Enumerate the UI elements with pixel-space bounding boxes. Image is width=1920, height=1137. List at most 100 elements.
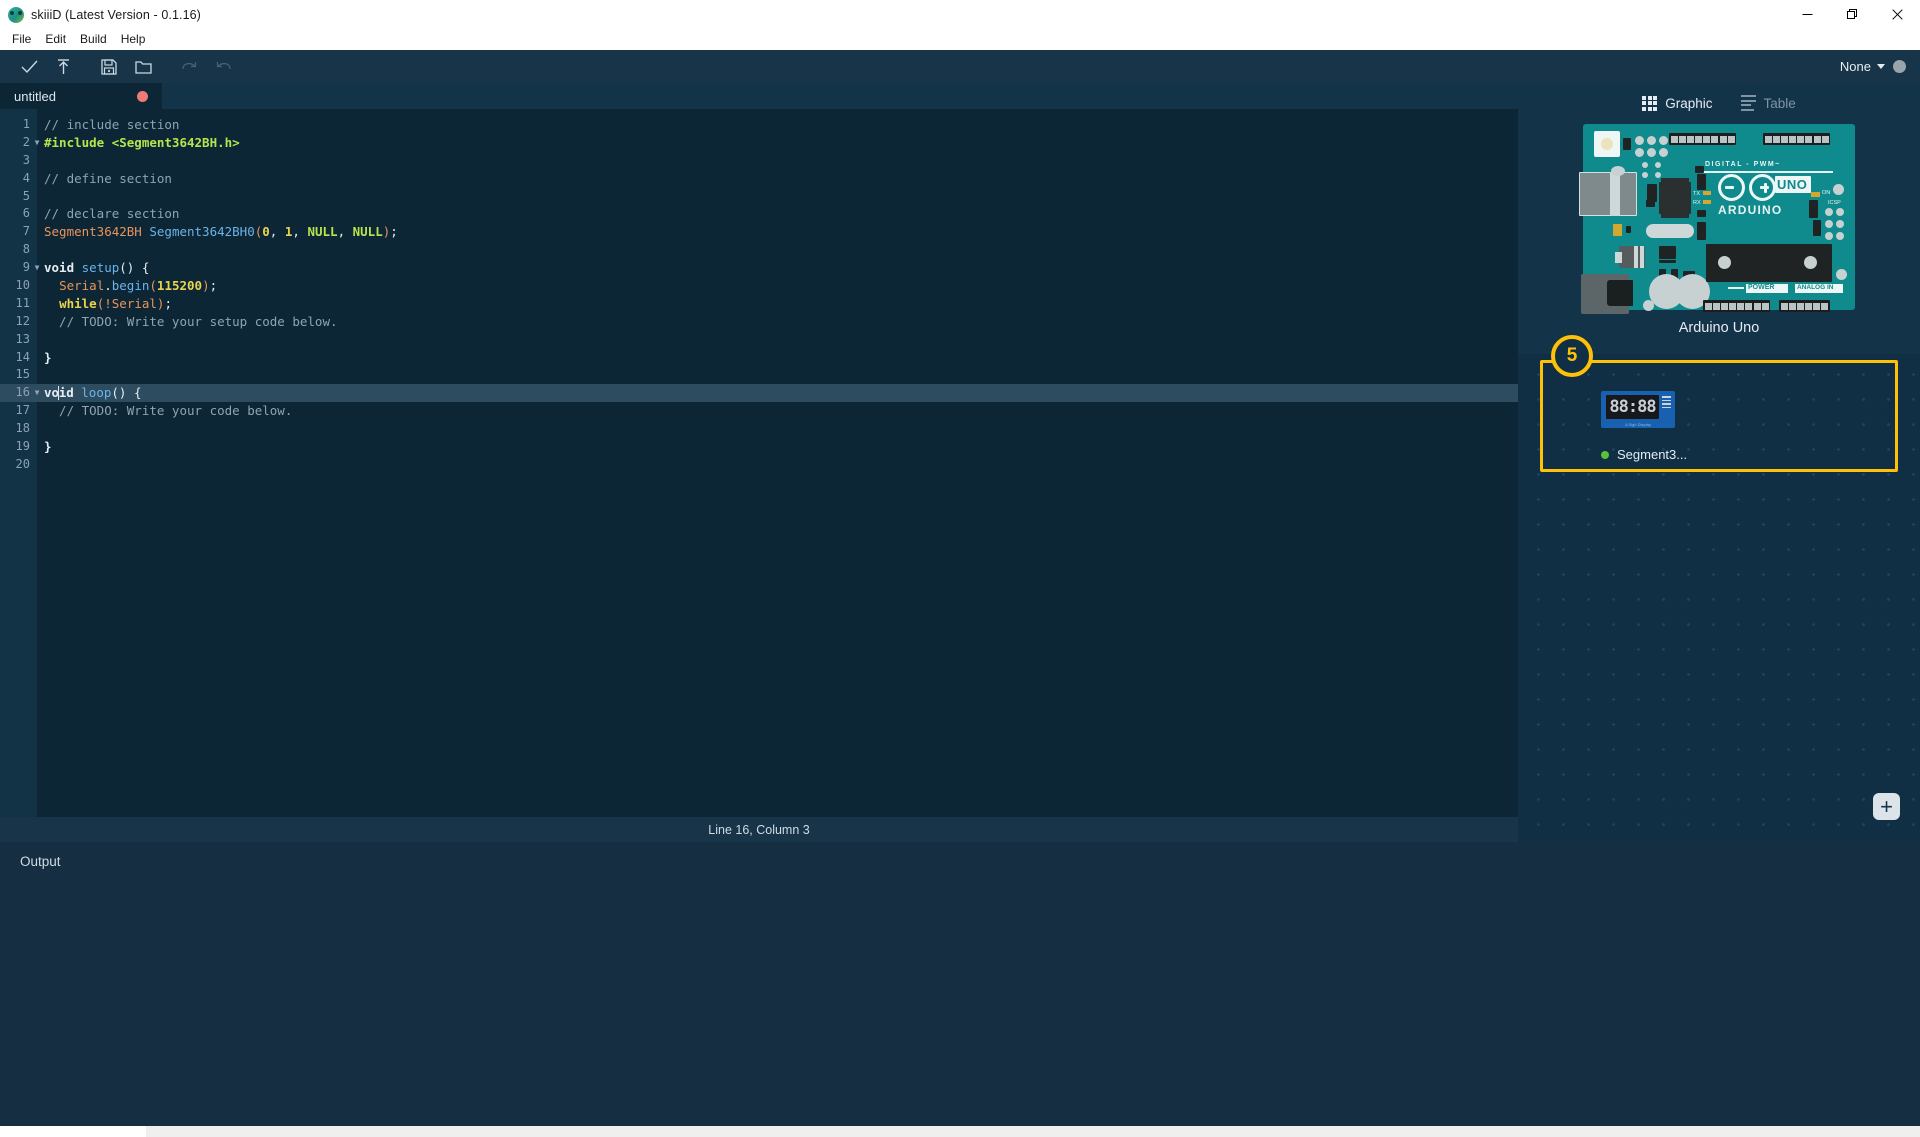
component-label-row: Segment3...	[1601, 447, 1687, 462]
redo-button[interactable]	[174, 54, 204, 80]
editor-status-bar: Line 16, Column 3	[0, 817, 1518, 842]
fold-toggle-icon[interactable]: ▼	[30, 134, 44, 152]
code-line[interactable]: 7 Segment3642BH Segment3642BH0(0, 1, NULL…	[0, 223, 1518, 241]
code-line[interactable]: 17 // TODO: Write your code below.	[0, 402, 1518, 420]
code-editor[interactable]: 1// include section 2 ▼ #include <Segment36…	[0, 109, 1518, 817]
output-panel-body[interactable]	[0, 880, 1920, 1126]
board-res-3	[1695, 166, 1704, 173]
silk-brand-label: ARDUINO	[1718, 203, 1783, 217]
code-line[interactable]: 13	[0, 331, 1518, 349]
code-token: ,	[337, 224, 353, 240]
editor-tab-untitled[interactable]: untitled	[0, 83, 163, 109]
tab-table[interactable]: Table	[1740, 95, 1796, 111]
code-line[interactable]: 4 // define section	[0, 170, 1518, 188]
arduino-uno-board-graphic[interactable]: DIGITAL - PWM~ TX RX ARDUINO UNO ON ICSP…	[1579, 124, 1855, 314]
crystal-oscillator	[1646, 224, 1694, 238]
code-line[interactable]: 10 Serial.begin(115200);	[0, 277, 1518, 295]
skiiid-logo-icon	[8, 6, 24, 23]
code-line[interactable]: 11 while(!Serial);	[0, 295, 1518, 313]
maximize-button[interactable]	[1830, 0, 1875, 29]
line-number: 13	[15, 331, 30, 346]
code-line[interactable]: 6 // declare section	[0, 205, 1518, 223]
upload-button[interactable]	[48, 54, 78, 80]
code-line[interactable]: 2 ▼ #include <Segment3642BH.h>	[0, 134, 1518, 152]
board-select[interactable]: None	[1840, 59, 1885, 74]
line-number: 16	[15, 385, 30, 400]
code-token: ,	[292, 224, 308, 240]
code-token: }	[44, 349, 52, 365]
code-line[interactable]: 14}	[0, 349, 1518, 367]
silk-rx-label: RX	[1693, 200, 1701, 206]
save-button[interactable]	[94, 54, 124, 80]
code-line[interactable]: 16 ▼ void loop() {	[0, 384, 1518, 403]
menu-file[interactable]: File	[5, 30, 38, 49]
code-line[interactable]: 1 // include section	[0, 116, 1518, 134]
reset-leg-2	[1640, 246, 1644, 268]
output-panel-header[interactable]: Output	[0, 842, 1920, 880]
line-number: 18	[15, 421, 30, 436]
board-pad-b	[1647, 136, 1656, 145]
line-number: 15	[15, 367, 30, 382]
code-token: // declare section	[44, 206, 180, 222]
code-line[interactable]: 15	[0, 366, 1518, 384]
bottom-strip-right	[146, 1126, 1920, 1137]
minimize-button[interactable]	[1785, 0, 1830, 29]
rx-led	[1703, 200, 1711, 204]
code-line[interactable]: 20	[0, 456, 1518, 474]
silk-power-label: POWER	[1748, 284, 1775, 291]
code-token: // TODO: Write your setup code below.	[44, 313, 338, 329]
code-line-text: #include <Segment3642BH.h>	[44, 134, 240, 152]
board-pad-c	[1659, 136, 1668, 145]
component-canvas[interactable]: 5 88:88 4-Digit Display Segment3... +	[1518, 335, 1920, 842]
verify-button[interactable]	[14, 54, 44, 80]
code-line[interactable]: 5	[0, 188, 1518, 206]
code-token: Serial	[111, 295, 157, 311]
fold-toggle-icon[interactable]: ▼	[30, 384, 44, 402]
silk-icsp-label: ICSP	[1828, 200, 1841, 206]
code-line[interactable]: 12 // TODO: Write your setup code below.	[0, 313, 1518, 331]
code-line-text: while(!Serial);	[44, 295, 172, 313]
code-token: // TODO: Write your code below.	[44, 403, 293, 419]
tab-graphic-label: Graphic	[1665, 95, 1713, 111]
menu-build[interactable]: Build	[73, 30, 114, 49]
undo-button[interactable]	[208, 54, 238, 80]
board-pad-d	[1635, 148, 1644, 157]
code-line-text: // TODO: Write your code below.	[44, 402, 292, 420]
silk-tx-label: TX	[1693, 191, 1701, 197]
power-jack-hole	[1607, 280, 1633, 306]
arduino-logo-icon	[1718, 174, 1776, 201]
code-line[interactable]: 3	[0, 152, 1518, 170]
segment-sub-label: 4-Digit Display	[1624, 423, 1652, 427]
board-pad-h	[1655, 162, 1661, 168]
fold-toggle-icon[interactable]: ▼	[30, 259, 44, 277]
line-number: 12	[15, 313, 30, 328]
code-line[interactable]: 9 ▼ void setup() {	[0, 259, 1518, 277]
close-button[interactable]	[1875, 0, 1920, 29]
line-number: 6	[22, 206, 30, 221]
code-token: Segment3642BH	[44, 224, 142, 240]
code-line[interactable]: 19}	[0, 438, 1518, 456]
power-led	[1811, 192, 1820, 197]
editor-tab-strip-empty	[163, 83, 1518, 109]
line-number: 17	[15, 403, 30, 418]
component-panel: Graphic Table DIGITAL - PWM~ TX RX ARDUI…	[1518, 83, 1920, 842]
code-token: .	[104, 278, 112, 294]
board-mount-hole-tr	[1833, 184, 1844, 195]
menu-help[interactable]: Help	[114, 30, 153, 49]
code-line[interactable]: 18	[0, 420, 1518, 438]
component-card-segment[interactable]: 88:88 4-Digit Display Segment3...	[1601, 391, 1687, 462]
open-folder-button[interactable]	[128, 54, 158, 80]
board-mount-hole-br	[1836, 269, 1847, 280]
usb-connector-inner	[1610, 172, 1620, 216]
board-pad-g	[1642, 162, 1648, 168]
code-line[interactable]: 8	[0, 241, 1518, 259]
add-component-button[interactable]: +	[1873, 793, 1900, 820]
code-token: id	[58, 385, 74, 401]
editor-tab-strip: untitled	[0, 83, 1518, 109]
code-token: 0	[262, 224, 270, 240]
menu-edit[interactable]: Edit	[38, 30, 73, 49]
unsaved-indicator-icon[interactable]	[137, 90, 148, 102]
line-number: 7	[22, 224, 30, 239]
view-tab-group: Graphic Table	[1518, 88, 1920, 118]
tab-graphic[interactable]: Graphic	[1642, 95, 1713, 111]
